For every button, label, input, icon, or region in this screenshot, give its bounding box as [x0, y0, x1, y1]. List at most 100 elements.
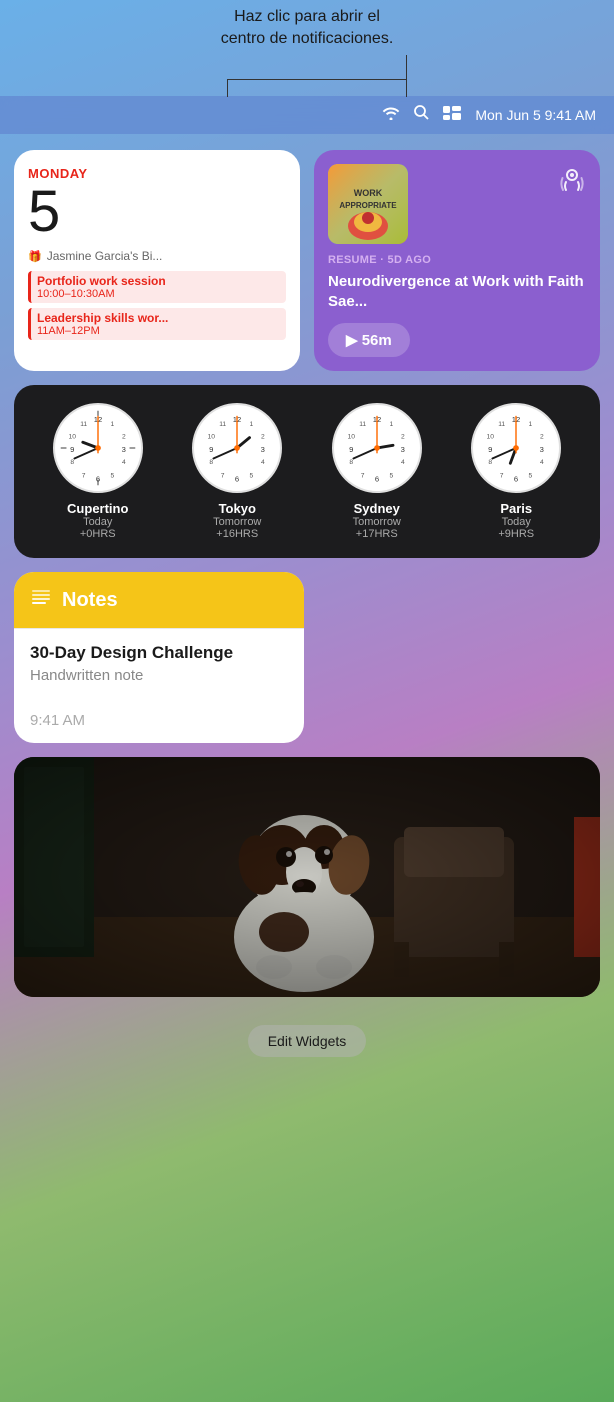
clock-city-sydney: Sydney [353, 501, 401, 516]
svg-text:7: 7 [221, 473, 225, 480]
event2-title: Leadership skills wor... [37, 311, 280, 325]
notes-time: 9:41 AM [30, 712, 288, 729]
clock-city-paris: Paris [498, 501, 534, 516]
event1-time: 10:00–10:30AM [37, 288, 280, 300]
svg-text:7: 7 [361, 473, 365, 480]
svg-text:6: 6 [514, 474, 518, 483]
svg-text:8: 8 [210, 459, 214, 466]
calendar-event-2[interactable]: Leadership skills wor... 11AM–12PM [28, 308, 286, 340]
svg-text:3: 3 [400, 445, 404, 454]
svg-text:3: 3 [121, 445, 125, 454]
notes-note-title: 30-Day Design Challenge [30, 643, 288, 663]
svg-text:4: 4 [540, 459, 544, 466]
svg-text:1: 1 [110, 421, 114, 428]
svg-text:2: 2 [540, 433, 544, 440]
notes-note-subtitle: Handwritten note [30, 667, 288, 684]
clock-day-paris: Today [498, 516, 534, 528]
svg-text:8: 8 [349, 459, 353, 466]
svg-text:4: 4 [401, 459, 405, 466]
clock-face-sydney: 12 3 6 9 1 2 4 5 7 8 10 11 [332, 403, 422, 493]
menu-bar-datetime: Mon Jun 5 9:41 AM [475, 107, 596, 123]
svg-text:11: 11 [80, 421, 87, 428]
svg-text:2: 2 [122, 433, 126, 440]
svg-text:6: 6 [375, 474, 379, 483]
podcast-play-button[interactable]: ▶ 56m [328, 323, 410, 357]
svg-text:10: 10 [487, 433, 495, 440]
tooltip-line1: Haz clic para abrir el [234, 8, 380, 25]
dog-photo [14, 757, 600, 997]
svg-text:5: 5 [110, 473, 114, 480]
svg-text:11: 11 [359, 421, 366, 428]
clock-sydney: 12 3 6 9 1 2 4 5 7 8 10 11 [332, 403, 422, 540]
svg-text:2: 2 [401, 433, 405, 440]
svg-text:5: 5 [529, 473, 533, 480]
birthday-text: Jasmine Garcia's Bi... [47, 249, 163, 263]
svg-text:APPROPRIATE: APPROPRIATE [339, 201, 397, 210]
clock-tokyo: 12 3 6 9 1 2 4 5 7 8 10 11 [192, 403, 282, 540]
clock-day-cupertino: Today [67, 516, 128, 528]
svg-text:5: 5 [389, 473, 393, 480]
svg-text:5: 5 [250, 473, 254, 480]
podcast-widget[interactable]: WORK APPROPRIATE RESUME · 5D AGO Ne [314, 150, 600, 371]
notes-stack-icon [30, 586, 52, 614]
menu-bar: Mon Jun 5 9:41 AM [0, 96, 614, 134]
svg-text:9: 9 [209, 445, 213, 454]
calendar-widget[interactable]: MONDAY 5 🎁 Jasmine Garcia's Bi... Portfo… [14, 150, 300, 371]
photo-widget[interactable] [14, 757, 600, 997]
clock-row: 12 3 6 9 1 2 4 5 7 8 10 11 [28, 403, 586, 540]
clock-face-cupertino: 12 3 6 9 1 2 4 5 7 8 10 11 [53, 403, 143, 493]
calendar-event-1[interactable]: Portfolio work session 10:00–10:30AM [28, 271, 286, 303]
calendar-day-label: MONDAY [28, 166, 286, 181]
svg-text:4: 4 [122, 459, 126, 466]
notes-header-title: Notes [62, 589, 118, 612]
svg-text:WORK: WORK [354, 188, 383, 198]
calendar-birthday: 🎁 Jasmine Garcia's Bi... [28, 249, 286, 263]
svg-text:2: 2 [261, 433, 265, 440]
svg-text:7: 7 [500, 473, 504, 480]
tooltip-connector-line [406, 55, 407, 79]
svg-text:9: 9 [70, 445, 74, 454]
svg-text:10: 10 [68, 433, 76, 440]
podcast-meta: RESUME · 5D AGO [328, 254, 586, 266]
svg-text:7: 7 [82, 473, 86, 480]
search-icon[interactable] [414, 105, 429, 125]
clock-offset-tokyo: +16HRS [213, 528, 261, 540]
svg-text:8: 8 [489, 459, 493, 466]
world-clock-widget[interactable]: 12 3 6 9 1 2 4 5 7 8 10 11 [14, 385, 600, 558]
svg-text:10: 10 [208, 433, 216, 440]
calendar-date-number: 5 [28, 183, 286, 241]
svg-text:1: 1 [389, 421, 393, 428]
tooltip-line2: centro de notificaciones. [221, 30, 394, 47]
clock-paris: 12 3 6 9 1 2 4 5 7 8 10 11 [471, 403, 561, 540]
podcast-title: Neurodivergence at Work with Faith Sae..… [328, 272, 586, 311]
svg-text:10: 10 [347, 433, 355, 440]
clock-offset-sydney: +17HRS [353, 528, 401, 540]
notes-body: 30-Day Design Challenge Handwritten note… [14, 628, 304, 743]
notes-widget[interactable]: Notes 30-Day Design Challenge Handwritte… [14, 572, 304, 743]
control-center-icon[interactable] [443, 106, 461, 125]
tooltip-bracket [227, 79, 407, 97]
birthday-icon: 🎁 [28, 250, 42, 263]
podcast-duration: ▶ 56m [346, 331, 392, 349]
svg-text:1: 1 [250, 421, 254, 428]
podcast-artwork: WORK APPROPRIATE [328, 164, 408, 244]
wifi-icon[interactable] [382, 106, 400, 125]
clock-day-tokyo: Tomorrow [213, 516, 261, 528]
notification-center-tooltip: Haz clic para abrir el centro de notific… [0, 0, 614, 97]
clock-day-sydney: Tomorrow [353, 516, 401, 528]
svg-text:3: 3 [540, 445, 544, 454]
clock-offset-cupertino: +0HRS [67, 528, 128, 540]
event1-title: Portfolio work session [37, 274, 280, 288]
clock-cupertino: 12 3 6 9 1 2 4 5 7 8 10 11 [53, 403, 143, 540]
edit-widgets-button[interactable]: Edit Widgets [248, 1025, 367, 1057]
svg-text:4: 4 [261, 459, 265, 466]
event2-time: 11AM–12PM [37, 325, 280, 337]
svg-text:1: 1 [529, 421, 533, 428]
clock-city-tokyo: Tokyo [213, 501, 261, 516]
svg-text:11: 11 [498, 421, 505, 428]
svg-text:6: 6 [96, 474, 100, 483]
svg-text:6: 6 [235, 474, 239, 483]
clock-offset-paris: +9HRS [498, 528, 534, 540]
top-row: MONDAY 5 🎁 Jasmine Garcia's Bi... Portfo… [14, 150, 600, 371]
svg-text:9: 9 [488, 445, 492, 454]
